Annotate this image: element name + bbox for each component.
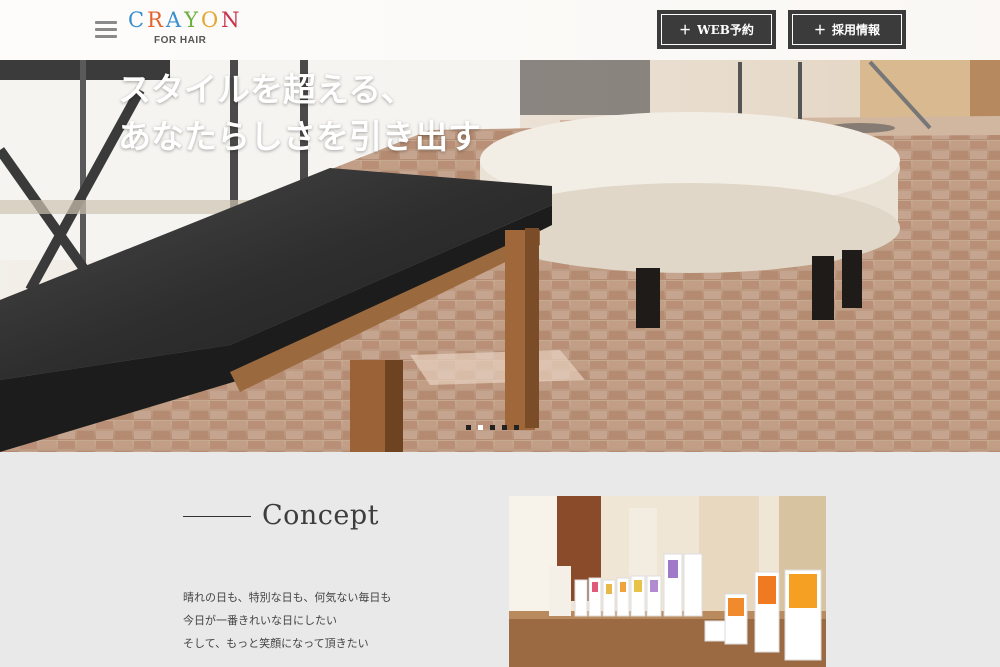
hero-catchcopy: スタイルを超える、 あなたらしさを引き出す — [118, 66, 481, 160]
concept-line: 晴れの日も、特別な日も、何気ない毎日も — [183, 591, 392, 604]
hero-slider: CRAYON FOR HAIR ＋ WEB予約 ＋ 採用情報 スタイルを超える、… — [0, 0, 1000, 452]
logo-letter: A — [165, 8, 185, 32]
concept-line: そして、もっと笑顔になって頂きたい — [183, 637, 369, 650]
slider-dot[interactable] — [502, 425, 507, 430]
logo-wordmark: CRAYON — [128, 8, 243, 34]
logo-letter: C — [128, 8, 148, 32]
concept-title: Concept — [262, 500, 380, 531]
catch-line-2: あなたらしさを引き出す — [118, 117, 481, 156]
logo-letter: Y — [184, 8, 201, 32]
slider-dot[interactable] — [466, 425, 471, 430]
site-logo[interactable]: CRAYON FOR HAIR — [128, 8, 239, 48]
recruit-info-label: 採用情報 — [832, 23, 881, 37]
concept-line: 今日が一番きれいな日にしたい — [183, 614, 337, 627]
slider-dot[interactable] — [490, 425, 495, 430]
catch-line-1: スタイルを超える、 — [118, 70, 415, 109]
logo-subtitle: FOR HAIR — [154, 35, 207, 46]
title-rule — [183, 516, 251, 517]
concept-product-photo — [509, 496, 826, 667]
slider-dot[interactable] — [478, 425, 483, 430]
logo-letter: O — [200, 8, 222, 32]
plus-icon: ＋ — [813, 23, 826, 37]
concept-section: Concept 晴れの日も、特別な日も、何気ない毎日も 今日が一番きれいな日にし… — [0, 452, 1000, 667]
logo-letter: R — [147, 8, 166, 32]
hamburger-menu-icon[interactable] — [95, 21, 117, 39]
site-header: CRAYON FOR HAIR ＋ WEB予約 ＋ 採用情報 — [0, 0, 1000, 60]
slider-dot[interactable] — [514, 425, 519, 430]
slider-pagination — [466, 425, 519, 430]
web-reservation-button[interactable]: ＋ WEB予約 — [657, 10, 776, 49]
recruit-info-button[interactable]: ＋ 採用情報 — [788, 10, 906, 49]
logo-letter: N — [221, 8, 243, 32]
concept-text: 晴れの日も、特別な日も、何気ない毎日も 今日が一番きれいな日にしたい そして、も… — [183, 586, 391, 655]
plus-icon: ＋ — [679, 23, 692, 37]
web-reservation-label: WEB予約 — [697, 23, 754, 37]
